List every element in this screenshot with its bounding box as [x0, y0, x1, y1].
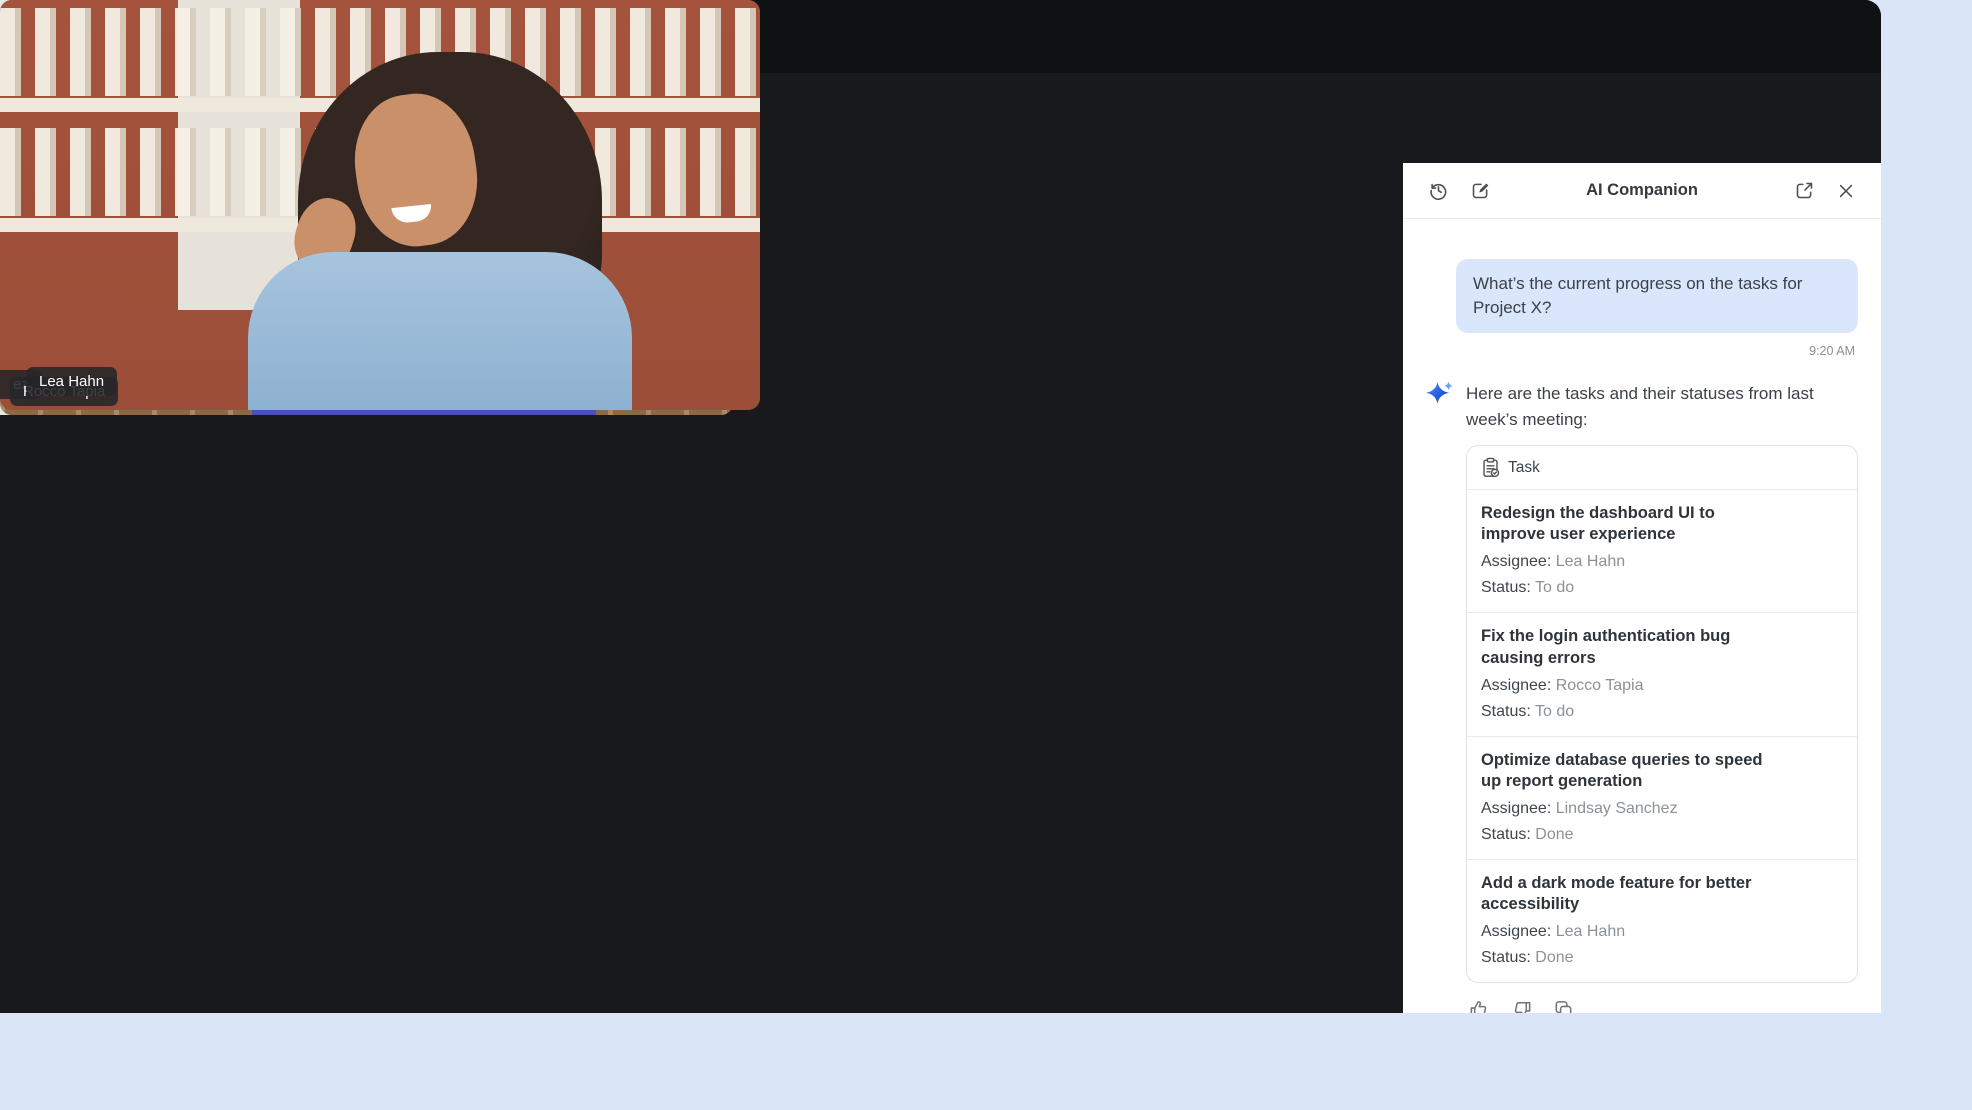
ai-companion-panel: AI Companion	[1403, 163, 1881, 1013]
task-title: Fix the login authentication bug causing…	[1481, 626, 1773, 668]
task-item: Add a dark mode feature for better acces…	[1467, 859, 1857, 982]
user-message-bubble: What’s the current progress on the tasks…	[1456, 259, 1858, 333]
task-status-value: Done	[1535, 949, 1573, 966]
task-assignee-row: Assignee: Lea Hahn	[1481, 923, 1843, 941]
history-icon[interactable]	[1425, 178, 1451, 204]
ai-companion-sparkle-icon	[1424, 379, 1456, 1013]
ai-intro-text: Here are the tasks and their statuses fr…	[1466, 381, 1846, 432]
task-card-header: Task	[1467, 446, 1857, 490]
screen: Zoom Meeting Rocco Tapia’s screen ⋮ ✕ Le…	[0, 0, 1972, 1110]
ai-response: Here are the tasks and their statuses fr…	[1427, 381, 1858, 1013]
task-assignee-row: Assignee: Rocco Tapia	[1481, 677, 1843, 695]
task-status-value: Done	[1535, 826, 1573, 843]
task-status-row: Status: Done	[1481, 949, 1843, 967]
task-status-value: To do	[1535, 579, 1574, 596]
task-card: Task Redesign the dashboard UI to improv…	[1466, 445, 1858, 983]
task-item: Fix the login authentication bug causing…	[1467, 612, 1857, 735]
new-chat-icon[interactable]	[1467, 178, 1493, 204]
task-card-title: Task	[1508, 459, 1540, 477]
task-assignee-row: Assignee: Lea Hahn	[1481, 553, 1843, 571]
task-assignee-row: Assignee: Lindsay Sanchez	[1481, 800, 1843, 818]
pop-out-icon[interactable]	[1791, 178, 1817, 204]
participant-name-badge: Lea Hahn	[26, 367, 117, 396]
task-title: Add a dark mode feature for better acces…	[1481, 873, 1773, 915]
task-clipboard-icon	[1481, 457, 1500, 478]
chat-area: What’s the current progress on the tasks…	[1403, 219, 1881, 1013]
task-title: Optimize database queries to speed up re…	[1481, 750, 1773, 792]
task-assignee-value: Lindsay Sanchez	[1556, 800, 1678, 817]
video-tile-lea: Lea Hahn	[0, 0, 760, 410]
task-status-row: Status: To do	[1481, 703, 1843, 721]
task-assignee-value: Lea Hahn	[1556, 923, 1625, 940]
task-status-value: To do	[1535, 703, 1574, 720]
copy-icon[interactable]	[1552, 998, 1575, 1013]
close-panel-icon[interactable]	[1833, 178, 1859, 204]
message-timestamp: 9:20 AM	[1427, 344, 1855, 358]
thumbs-up-icon[interactable]	[1468, 998, 1491, 1013]
task-assignee-value: Lea Hahn	[1556, 553, 1625, 570]
task-item: Redesign the dashboard UI to improve use…	[1467, 490, 1857, 612]
task-title: Redesign the dashboard UI to improve use…	[1481, 503, 1773, 545]
ai-companion-header: AI Companion	[1403, 163, 1881, 219]
thumbs-down-icon[interactable]	[1510, 998, 1533, 1013]
zoom-meeting-window: Zoom Meeting Rocco Tapia’s screen ⋮ ✕ Le…	[0, 0, 1881, 1013]
task-status-row: Status: To do	[1481, 579, 1843, 597]
feedback-row	[1468, 998, 1858, 1013]
task-item: Optimize database queries to speed up re…	[1467, 736, 1857, 859]
task-assignee-value: Rocco Tapia	[1556, 677, 1644, 694]
task-status-row: Status: Done	[1481, 826, 1843, 844]
